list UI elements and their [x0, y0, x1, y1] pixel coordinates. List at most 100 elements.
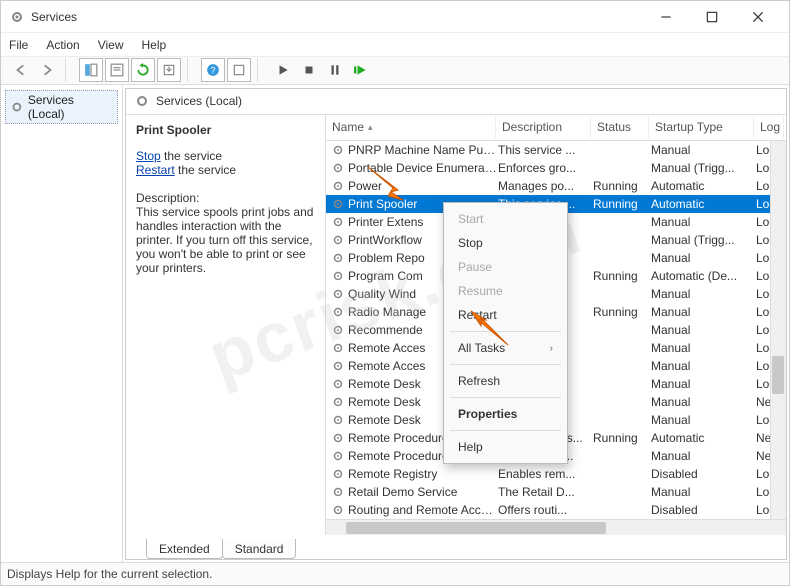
gear-icon: [10, 100, 24, 114]
restart-button[interactable]: [349, 58, 373, 82]
cell-startup: Disabled: [651, 467, 756, 481]
play-button[interactable]: [271, 58, 295, 82]
col-logon-header[interactable]: Log: [754, 116, 784, 138]
cell-startup: Manual: [651, 305, 756, 319]
cell-startup: Manual: [651, 395, 756, 409]
pane-header: Services (Local): [126, 89, 786, 115]
gear-icon: [331, 251, 345, 265]
gear-icon: [331, 503, 345, 517]
window-title: Services: [31, 10, 77, 24]
cell-startup: Manual: [651, 485, 756, 499]
cell-status: Running: [593, 197, 651, 211]
description-text: This service spools print jobs and handl…: [136, 205, 315, 275]
restart-service-link[interactable]: Restart: [136, 163, 175, 177]
scroll-thumb[interactable]: [346, 522, 606, 534]
title-bar: Services: [1, 1, 789, 33]
tree-root-item[interactable]: Services (Local): [5, 90, 118, 124]
detail-column: Print Spooler Stop the service Restart t…: [126, 115, 326, 535]
cell-desc: Offers routi...: [498, 503, 593, 517]
gear-icon: [331, 395, 345, 409]
ctx-pause: Pause: [444, 255, 567, 279]
cell-startup: Manual: [651, 377, 756, 391]
cell-name: PNRP Machine Name Public...: [348, 143, 498, 157]
close-button[interactable]: [735, 1, 781, 33]
body-area: Services (Local) Services (Local) Print …: [1, 85, 789, 562]
cell-startup: Automatic: [651, 179, 756, 193]
menu-action[interactable]: Action: [46, 38, 79, 52]
table-row[interactable]: Remote RegistryEnables rem...DisabledLoc: [326, 465, 786, 483]
forward-button[interactable]: [35, 58, 59, 82]
horizontal-scrollbar[interactable]: [326, 519, 786, 535]
gear-icon: [331, 485, 345, 499]
cell-desc: Enforces gro...: [498, 161, 593, 175]
cell-startup: Automatic: [651, 197, 756, 211]
cell-name: Routing and Remote Access: [348, 503, 498, 517]
ctx-help[interactable]: Help: [444, 435, 567, 459]
cell-desc: Enables rem...: [498, 467, 593, 481]
table-row[interactable]: PNRP Machine Name Public...This service …: [326, 141, 786, 159]
pane-header-label: Services (Local): [156, 94, 242, 108]
table-row[interactable]: Retail Demo ServiceThe Retail D...Manual…: [326, 483, 786, 501]
gear-icon: [331, 179, 345, 193]
gear-icon: [331, 305, 345, 319]
table-row[interactable]: Routing and Remote AccessOffers routi...…: [326, 501, 786, 519]
export-button[interactable]: [157, 58, 181, 82]
gear-icon: [9, 9, 25, 25]
gear-icon: [331, 143, 345, 157]
back-button[interactable]: [9, 58, 33, 82]
col-desc-header[interactable]: Description: [496, 116, 591, 138]
cell-startup: Automatic: [651, 431, 756, 445]
cell-startup: Manual (Trigg...: [651, 233, 756, 247]
cell-status: Running: [593, 269, 651, 283]
status-bar: Displays Help for the current selection.: [1, 562, 789, 585]
menu-help[interactable]: Help: [142, 38, 167, 52]
tab-standard[interactable]: Standard: [222, 539, 297, 559]
vertical-scrollbar[interactable]: [770, 141, 786, 519]
show-hide-tree-button[interactable]: [79, 58, 103, 82]
cell-desc: The Retail D...: [498, 485, 593, 499]
ctx-refresh[interactable]: Refresh: [444, 369, 567, 393]
stop-service-suffix: the service: [161, 149, 222, 163]
col-startup-header[interactable]: Startup Type: [649, 116, 754, 138]
pause-button[interactable]: [323, 58, 347, 82]
cell-name: Power: [348, 179, 498, 193]
menu-file[interactable]: File: [9, 38, 28, 52]
menu-view[interactable]: View: [98, 38, 124, 52]
gear-icon: [331, 215, 345, 229]
gear-icon: [331, 377, 345, 391]
table-row[interactable]: PowerManages po...RunningAutomaticLoc: [326, 177, 786, 195]
help-button[interactable]: ?: [201, 58, 225, 82]
cell-startup: Manual: [651, 215, 756, 229]
stop-service-link[interactable]: Stop: [136, 149, 161, 163]
cell-status: Running: [593, 305, 651, 319]
cell-name: Remote Registry: [348, 467, 498, 481]
ctx-stop[interactable]: Stop: [444, 231, 567, 255]
context-menu: Start Stop Pause Resume Restart All Task…: [443, 202, 568, 464]
scroll-thumb[interactable]: [772, 356, 784, 394]
gear-icon: [134, 93, 150, 109]
cell-startup: Manual (Trigg...: [651, 161, 756, 175]
table-row[interactable]: Portable Device Enumerator ...Enforces g…: [326, 159, 786, 177]
tree-pane: Services (Local): [1, 86, 123, 562]
properties-button[interactable]: [105, 58, 129, 82]
gear-icon: [331, 431, 345, 445]
tab-extended[interactable]: Extended: [146, 539, 223, 559]
col-status-header[interactable]: Status: [591, 116, 649, 138]
cell-startup: Manual: [651, 359, 756, 373]
ctx-restart[interactable]: Restart: [444, 303, 567, 327]
tool-bar: ?: [1, 56, 789, 85]
refresh-button[interactable]: [131, 58, 155, 82]
ctx-properties[interactable]: Properties: [444, 402, 567, 426]
cell-startup: Manual: [651, 287, 756, 301]
gear-icon: [331, 467, 345, 481]
minimize-button[interactable]: [643, 1, 689, 33]
stop-button[interactable]: [297, 58, 321, 82]
col-name-header[interactable]: Name▴: [326, 116, 496, 138]
gear-icon: [331, 449, 345, 463]
maximize-button[interactable]: [689, 1, 735, 33]
ctx-all-tasks[interactable]: All Tasks›: [444, 336, 567, 360]
view-tabs: Extended Standard: [126, 535, 786, 559]
options-button[interactable]: [227, 58, 251, 82]
cell-startup: Automatic (De...: [651, 269, 756, 283]
ctx-resume: Resume: [444, 279, 567, 303]
